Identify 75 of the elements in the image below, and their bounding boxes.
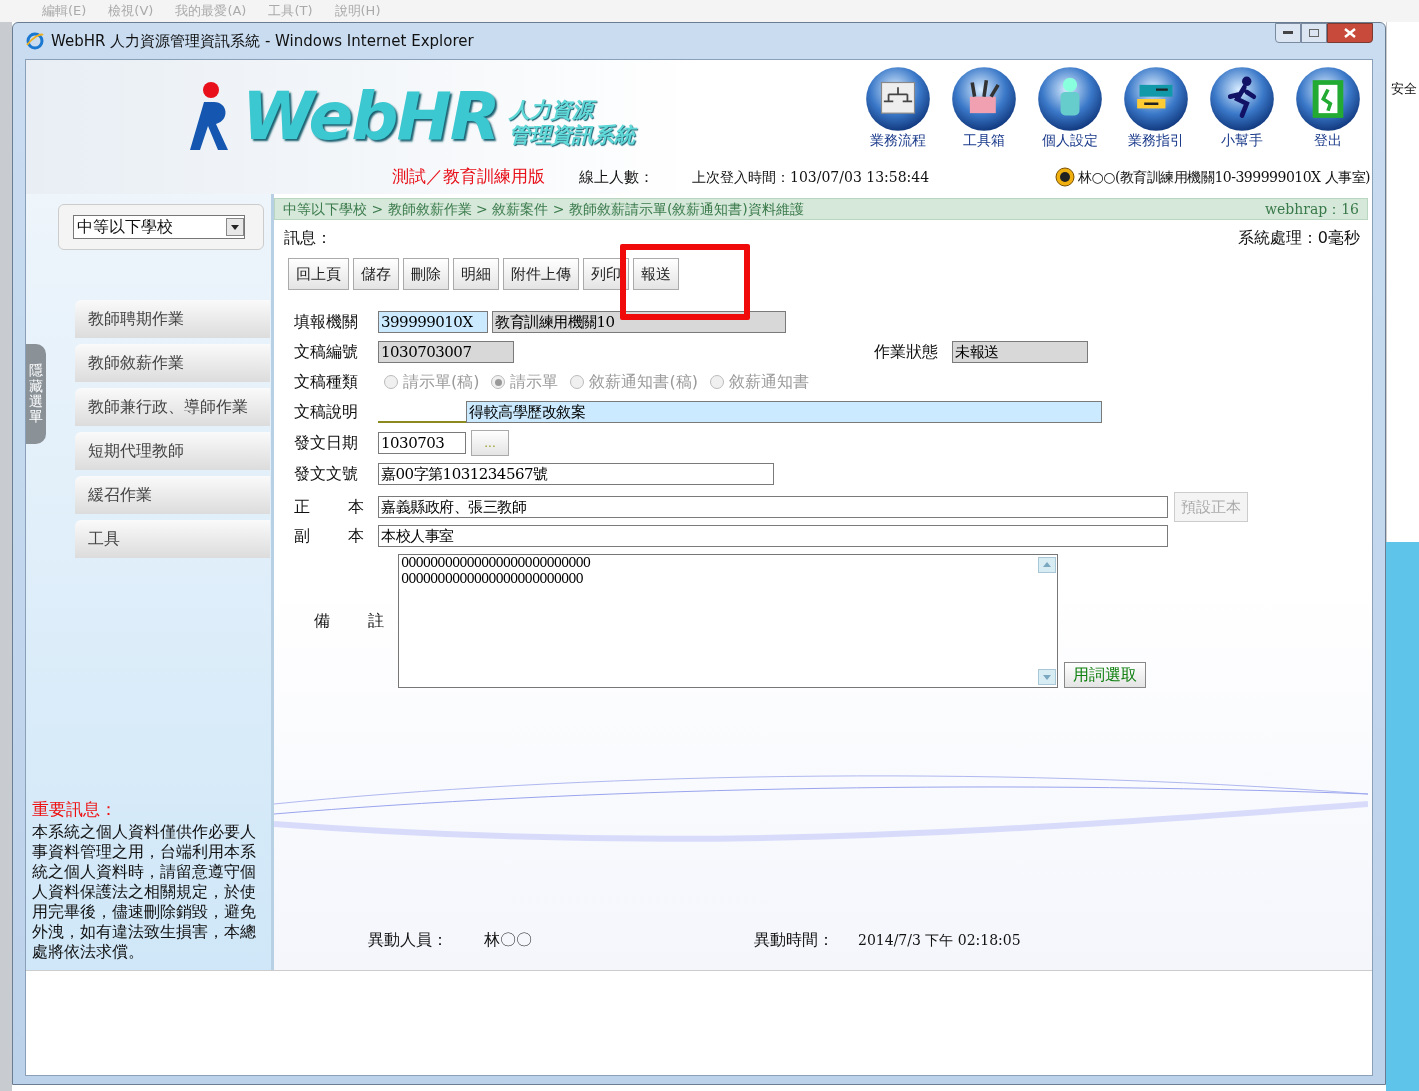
modifier-name: 林〇〇 [484,929,532,951]
sidebar-menu-item[interactable]: 教師敘薪作業 [75,344,270,382]
breadcrumb-text: 中等以下學校 > 教師敘薪作業 > 敘薪案件 > 教師敘薪請示單(敘薪通知書)資料維護 [283,199,804,219]
field-label: 副 [294,525,310,547]
field-label: 本 [348,496,364,518]
user-info-text: 林○○(教育訓練用機關10-399999010X 人事室) [1078,167,1370,187]
toolbar-button[interactable]: 刪除 [403,258,449,290]
dropdown-caret-icon [226,218,244,236]
field-label: 註 [368,610,384,632]
notice-text: 本系統之個人資料僅供作必要人事資料管理之用，台端利用本系統之個人資料時，請留意遵守個人資料保護法之相關規定，於使用完畢後，儘速刪除銷毀，避免外洩，如有違法致生損害，本總處將依法求償。 [32,822,257,962]
user-status-icon [1055,167,1075,187]
doc-number-field[interactable]: 1030703007 [378,341,514,363]
modified-time-value: 2014/7/3 下午 02:18:05 [858,930,1021,950]
nav-button[interactable]: 登出 [1292,66,1364,164]
sidebar-menu-item[interactable]: 短期代理教師 [75,432,270,470]
status-field[interactable]: 未報送 [952,341,1088,363]
nav-button[interactable]: 工具箱 [948,66,1020,164]
field-label: 作業狀態 [874,341,938,363]
message-label: 訊息： [284,227,332,249]
browser-logo-icon [25,31,45,51]
person-icon [1037,66,1103,132]
maximize-icon [1309,29,1319,37]
recipient-field[interactable]: 嘉義縣政府、張三教師 [378,496,1168,518]
field-label: 本 [348,525,364,547]
toolbar-button[interactable]: 報送 [633,258,679,290]
cc-field[interactable]: 本校人事室 [378,525,1168,547]
close-button[interactable] [1327,23,1373,43]
field-label: 文稿說明 [294,401,359,423]
close-icon [1344,28,1356,38]
notice-title: 重要訊息： [32,797,118,821]
sidebar-menu-item[interactable]: 教師聘期作業 [75,300,270,338]
last-login-text: 上次登入時間：103/07/03 13:58:44 [692,167,930,187]
signpost-icon [1123,66,1189,132]
logo-text: WebHR [242,82,499,152]
field-label: 發文日期 [294,432,359,454]
nav-button[interactable]: 業務指引 [1120,66,1192,164]
modifier-label: 異動人員： [368,929,448,951]
nav-button[interactable]: 業務流程 [862,66,934,164]
field-label: 文稿編號 [294,341,359,363]
sidebar-menu-item[interactable]: 教師兼行政、導師作業 [75,388,270,426]
minimize-icon [1283,31,1293,35]
sidebar-menu-item[interactable]: 工具 [75,520,270,558]
minimize-button[interactable] [1275,23,1301,43]
field-label: 發文文號 [294,463,359,485]
window-title: WebHR 人力資源管理資訊系統 - Windows Internet Explorer [51,30,474,52]
toolbar-button[interactable]: 附件上傳 [503,258,579,290]
field-label: 文稿種類 [294,371,359,393]
logo-subtitle: 人力資源 [508,98,635,123]
nav-button[interactable]: 小幫手 [1206,66,1278,164]
server-label: webhrap：16 [1264,199,1359,219]
modified-time-label: 異動時間： [754,929,834,951]
agency-code-field[interactable]: 399999010X [378,311,488,333]
field-label: 填報機關 [294,311,359,333]
nav-button[interactable]: 個人設定 [1034,66,1106,164]
toolbar-button[interactable]: 明細 [453,258,499,290]
phrase-select-button[interactable]: 用詞選取 [1064,662,1146,688]
issue-number-field[interactable]: 嘉00字第1031234567號 [378,463,774,485]
exit-door-icon [1295,66,1361,132]
running-figure-icon [1209,66,1275,132]
flowchart-icon [865,66,931,132]
online-count-label: 線上人數： [579,166,654,188]
browser-side-text: 安全 [1391,81,1417,96]
maximize-button[interactable] [1301,23,1327,43]
field-label: 正 [294,496,310,518]
sidebar-menu-item[interactable]: 緩召作業 [75,476,270,514]
toolbar-button[interactable]: 回上頁 [288,258,349,290]
edition-label: 測試／教育訓練用版 [392,165,545,189]
issue-date-field[interactable]: 1030703 [378,432,466,454]
field-label: 備 [314,610,330,632]
logo-subtitle: 管理資訊系統 [508,123,635,148]
toolbar-button[interactable]: 儲存 [353,258,399,290]
description-field[interactable]: 得較高學歷改敘案 [466,401,1102,423]
org-select[interactable]: 中等以下學校 [73,215,245,239]
toolbox-icon [951,66,1017,132]
processing-time-text: 系統處理：0毫秒 [1237,227,1360,249]
